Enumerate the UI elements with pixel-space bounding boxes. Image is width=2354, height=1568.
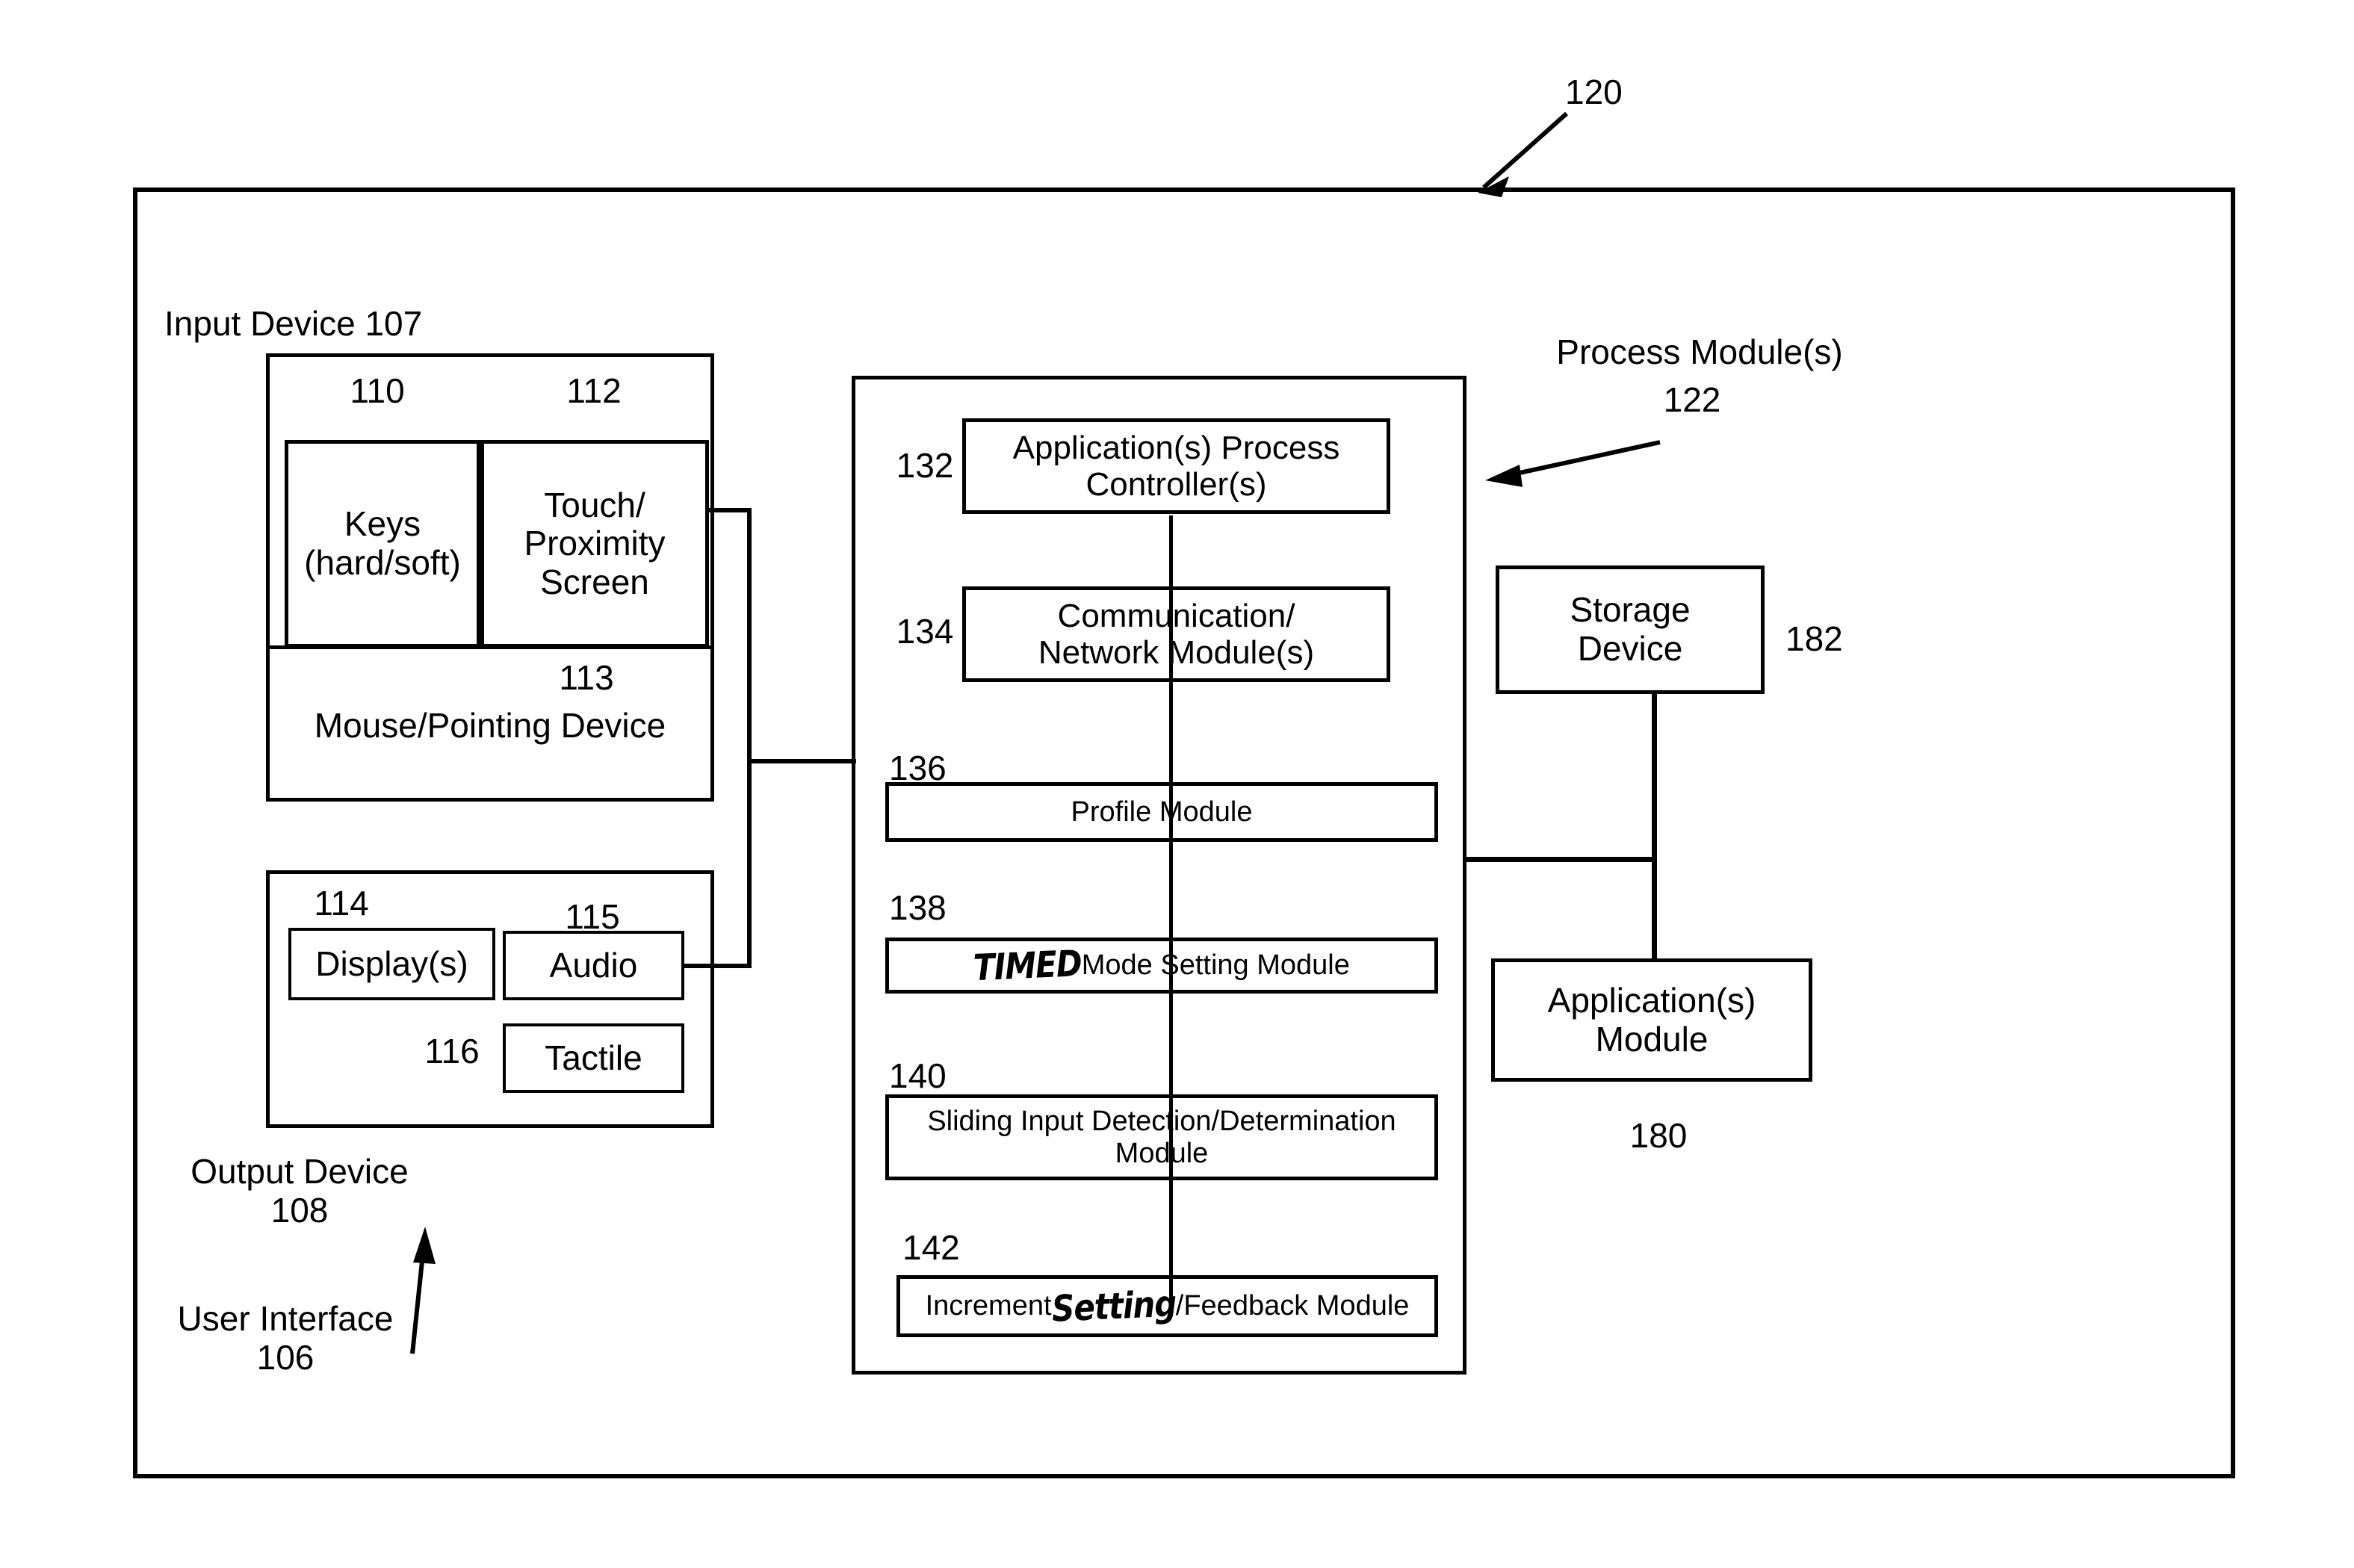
displays-box bbox=[288, 928, 495, 1000]
timed-mode-setting-module-box bbox=[885, 938, 1438, 994]
input-device-title: Input Device 107 bbox=[164, 304, 423, 343]
process-modules-title: Process Module(s) bbox=[1556, 332, 1843, 371]
ref-134: 134 bbox=[896, 612, 954, 651]
output-device-title: Output Device 108 bbox=[191, 1152, 409, 1230]
mouse-pointing-device-label: Mouse/Pointing Device bbox=[314, 706, 666, 745]
application-process-controller-box bbox=[962, 418, 1390, 514]
ref-112: 112 bbox=[566, 371, 622, 410]
ui-bracket-bottom-stub bbox=[681, 964, 752, 968]
ui-to-process-connector bbox=[752, 759, 856, 763]
increment-setting-feedback-module-box bbox=[896, 1275, 1438, 1337]
ref-114: 114 bbox=[314, 884, 369, 923]
ref-116: 116 bbox=[424, 1032, 480, 1070]
profile-module-box bbox=[885, 782, 1438, 842]
ref-113: 113 bbox=[559, 658, 614, 697]
patent-figure-canvas: 120 Input Device 107 110 112 Keys (hard/… bbox=[0, 0, 2354, 1568]
process-modules-box bbox=[852, 376, 1466, 1375]
ref-180: 180 bbox=[1629, 1116, 1688, 1155]
sliding-input-detection-module-box bbox=[885, 1094, 1438, 1180]
process-modules-ref-122: 122 bbox=[1663, 380, 1721, 419]
ref-182: 182 bbox=[1785, 619, 1843, 658]
ref-132: 132 bbox=[896, 446, 954, 485]
storage-device-box bbox=[1496, 565, 1765, 694]
ui-bracket-top-stub bbox=[705, 508, 752, 512]
tactile-box bbox=[503, 1023, 684, 1093]
touch-proximity-screen-box bbox=[480, 440, 709, 648]
process-to-storage-bus-line bbox=[1466, 857, 1657, 862]
applications-module-box bbox=[1491, 958, 1812, 1082]
ref-110: 110 bbox=[350, 371, 405, 410]
ref-142: 142 bbox=[902, 1228, 960, 1267]
ref-140: 140 bbox=[889, 1056, 947, 1095]
keys-box bbox=[285, 440, 480, 648]
user-interface-title: User Interface 106 bbox=[177, 1299, 394, 1377]
ref-138: 138 bbox=[889, 888, 947, 927]
figure-reference-120: 120 bbox=[1565, 72, 1623, 111]
storage-to-applications-line bbox=[1652, 694, 1657, 958]
ui-bracket-vertical bbox=[747, 508, 752, 968]
communication-network-module-box bbox=[962, 586, 1390, 682]
audio-box bbox=[503, 931, 684, 1000]
